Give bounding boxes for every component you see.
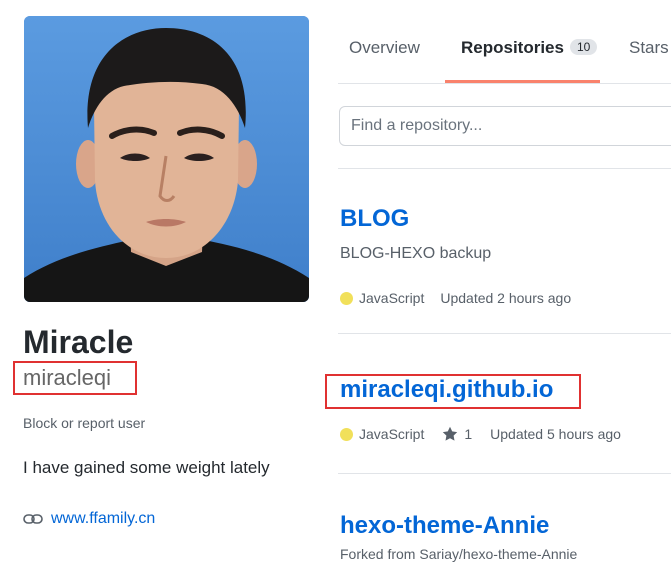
repo-name-link[interactable]: hexo-theme-Annie xyxy=(340,512,549,540)
username-highlight-box xyxy=(13,361,137,395)
language-color-dot xyxy=(340,291,353,305)
repository-search xyxy=(339,106,671,146)
repo-fork-note: Forked from Sariay/hexo-theme-Annie xyxy=(340,546,578,562)
tab-overview[interactable]: Overview xyxy=(349,38,420,58)
website-url: www.ffamily.cn xyxy=(51,510,156,527)
repo-meta: JavaScript Updated 2 hours ago xyxy=(340,290,571,306)
star-icon xyxy=(442,426,458,442)
avatar[interactable] xyxy=(24,16,309,302)
repo-updated: Updated 5 hours ago xyxy=(490,426,621,442)
tab-repositories-label: Repositories xyxy=(461,38,564,57)
tab-stars-label: Stars xyxy=(629,38,669,57)
repo-stars[interactable]: 1 xyxy=(442,426,472,442)
profile-tabs: Overview Repositories 10 Stars xyxy=(338,0,671,83)
repositories-count-badge: 10 xyxy=(569,39,598,55)
profile-full-name: Miracle xyxy=(23,324,134,360)
repo-language: JavaScript xyxy=(359,426,425,442)
repo-star-count: 1 xyxy=(464,426,473,442)
tab-repositories[interactable]: Repositories 10 xyxy=(461,38,598,58)
tabs-divider xyxy=(338,83,671,84)
list-divider xyxy=(338,333,671,334)
repo-highlight-box xyxy=(325,374,581,409)
language-color-dot xyxy=(340,427,353,441)
repo-meta: JavaScript 1 Updated 5 hours ago xyxy=(340,426,621,442)
link-icon xyxy=(23,512,43,526)
repo-updated: Updated 2 hours ago xyxy=(440,290,572,306)
website-link[interactable]: www.ffamily.cn xyxy=(23,510,155,528)
tab-overview-label: Overview xyxy=(349,38,420,57)
repo-language: JavaScript xyxy=(359,290,425,306)
block-report-link[interactable]: Block or report user xyxy=(23,415,145,431)
find-repository-input[interactable] xyxy=(340,107,671,145)
list-divider xyxy=(338,473,671,474)
list-divider xyxy=(338,168,671,169)
profile-bio: I have gained some weight lately xyxy=(23,458,270,477)
repo-name-link[interactable]: BLOG xyxy=(340,205,409,233)
tab-stars[interactable]: Stars xyxy=(629,38,669,58)
repo-description: BLOG-HEXO backup xyxy=(340,245,492,262)
